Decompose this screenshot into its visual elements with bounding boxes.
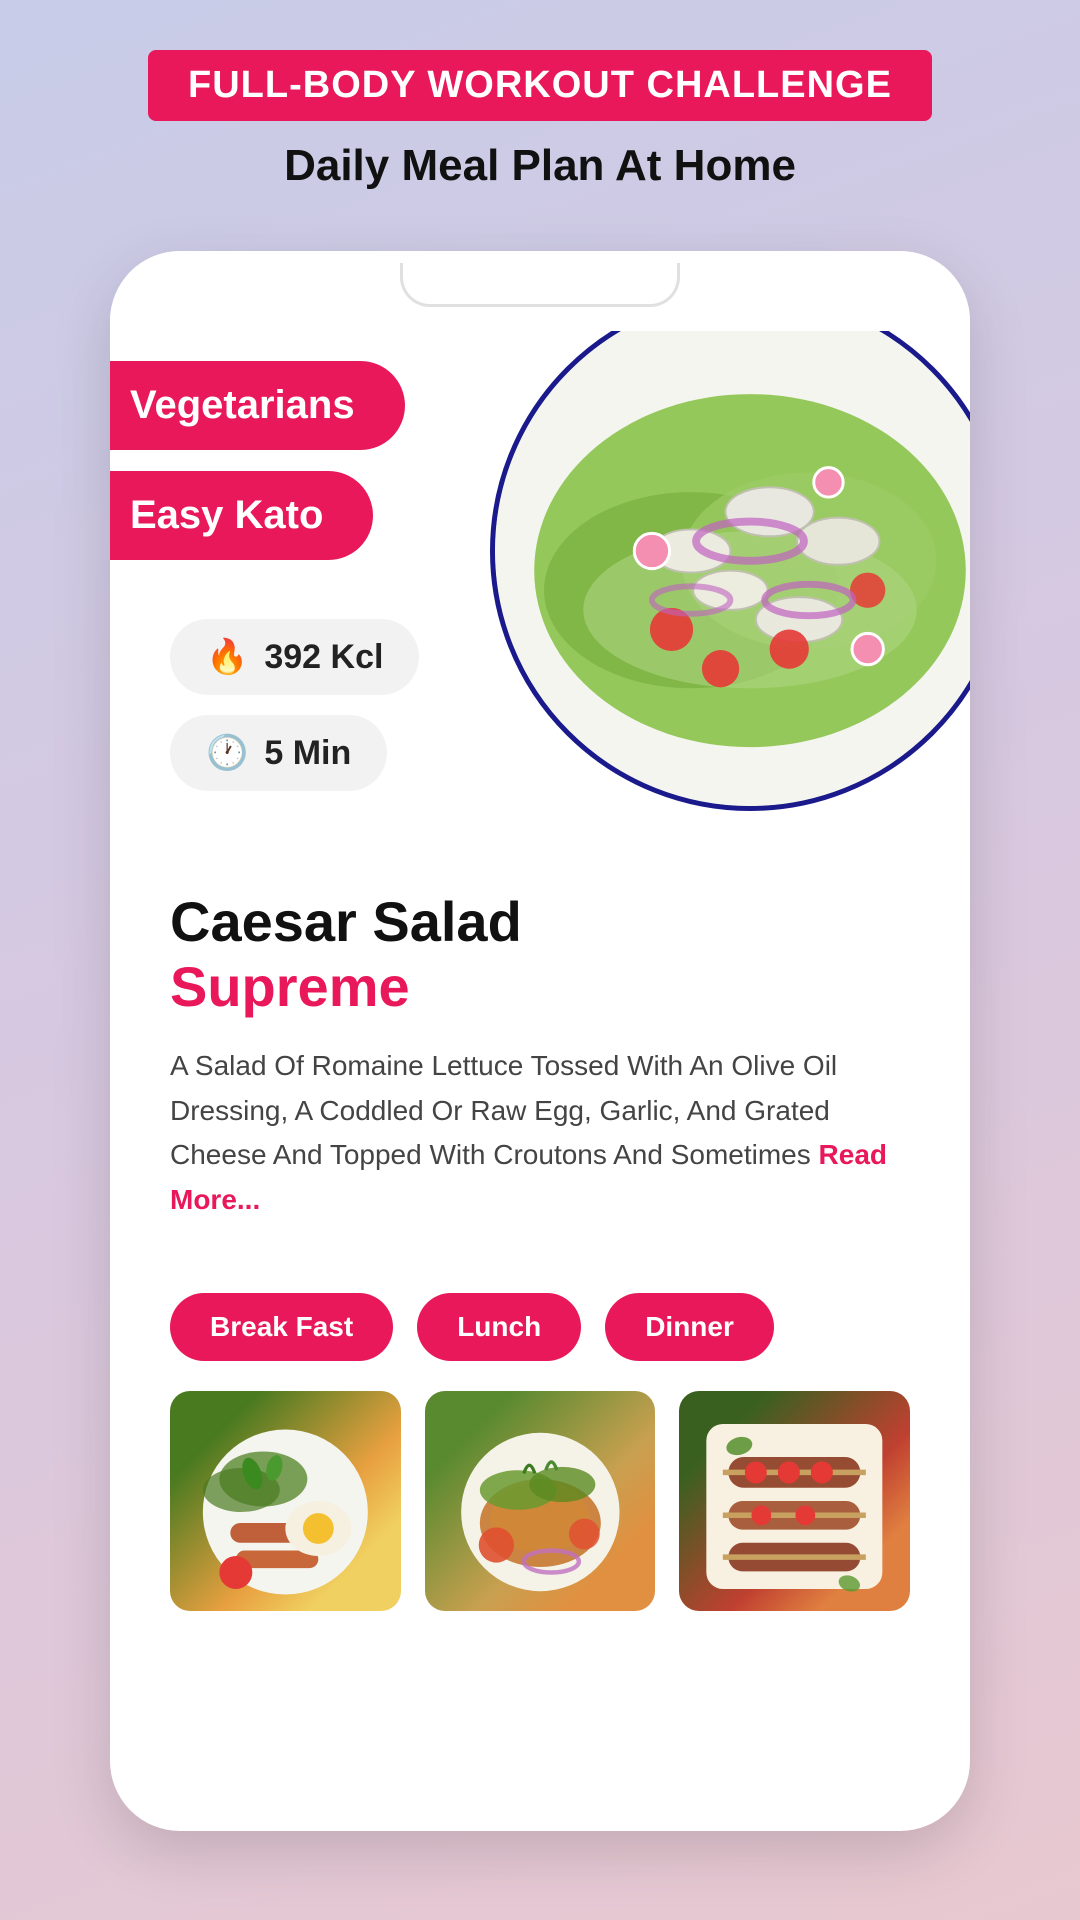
- phone-notch-area: [110, 251, 970, 331]
- phone-notch: [400, 263, 680, 307]
- meal-images: [110, 1381, 970, 1671]
- tab-breakfast[interactable]: Break Fast: [170, 1293, 393, 1361]
- recipe-title-sub: Supreme: [170, 953, 910, 1020]
- tag-vegetarians[interactable]: Vegetarians: [110, 361, 405, 450]
- tag-easy-kato[interactable]: Easy Kato: [110, 471, 373, 560]
- clock-icon: 🕐: [206, 733, 248, 773]
- tab-dinner[interactable]: Dinner: [605, 1293, 774, 1361]
- fire-icon: 🔥: [206, 637, 248, 677]
- phone-frame: Vegetarians Easy Kato: [110, 251, 970, 1831]
- lunch-image: [425, 1391, 656, 1611]
- info-pills: 🔥 392 Kcl 🕐 5 Min: [170, 619, 419, 811]
- breakfast-image: [170, 1391, 401, 1611]
- header-subtitle: Daily Meal Plan At Home: [20, 141, 1060, 191]
- page-header: FULL-BODY WORKOUT CHALLENGE Daily Meal P…: [0, 0, 1080, 221]
- recipe-section: Caesar Salad Supreme A Salad Of Romaine …: [110, 851, 970, 1253]
- header-badge: FULL-BODY WORKOUT CHALLENGE: [148, 50, 932, 121]
- overlap-section: Vegetarians Easy Kato: [110, 331, 970, 851]
- meal-tabs: Break Fast Lunch Dinner: [110, 1253, 970, 1381]
- recipe-title-main: Caesar Salad: [170, 891, 910, 953]
- time-pill: 🕐 5 Min: [170, 715, 387, 791]
- tab-lunch[interactable]: Lunch: [417, 1293, 581, 1361]
- phone-content: Vegetarians Easy Kato: [110, 331, 970, 1671]
- calories-pill: 🔥 392 Kcl: [170, 619, 419, 695]
- dinner-image: [679, 1391, 910, 1611]
- salad-image: [490, 331, 970, 811]
- recipe-description: A Salad Of Romaine Lettuce Tossed With A…: [170, 1044, 910, 1223]
